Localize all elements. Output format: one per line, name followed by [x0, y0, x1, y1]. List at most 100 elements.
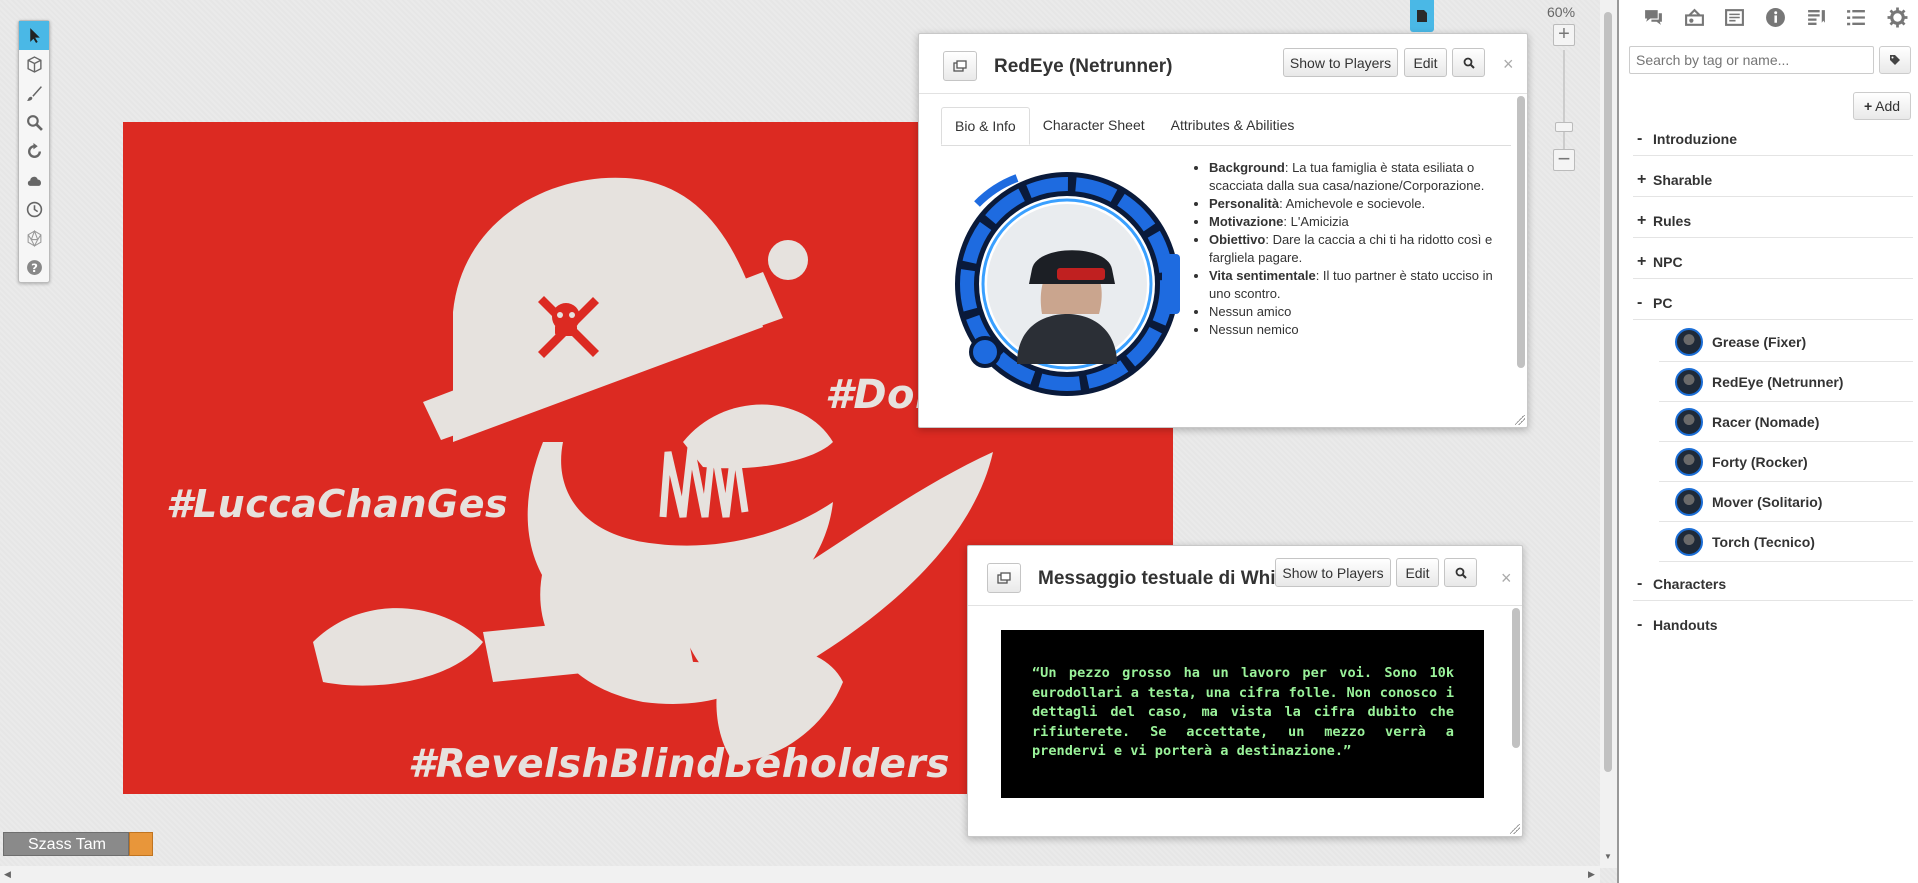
zoom-in-button[interactable]: +	[1553, 24, 1575, 46]
sidebar-tab-jukebox[interactable]	[1674, 2, 1715, 32]
dialog-title: Messaggio testuale di White	[1038, 568, 1284, 589]
journal-item-torch[interactable]: Torch (Tecnico)	[1659, 522, 1913, 562]
info-icon	[1766, 7, 1785, 27]
help-tool[interactable]: ?	[19, 253, 49, 282]
tab-attributes-abilities[interactable]: Attributes & Abilities	[1158, 107, 1308, 145]
brush-icon	[26, 86, 42, 101]
sidebar-tab-chat[interactable]	[1633, 2, 1674, 32]
tab-bio-info[interactable]: Bio & Info	[941, 107, 1030, 145]
show-to-players-button[interactable]: Show to Players	[1275, 558, 1391, 587]
folder-sharable[interactable]: + Sharable	[1633, 163, 1913, 197]
journal-sidebar: + Add -Introduzione +Sharable +Rules +NP…	[1617, 0, 1918, 883]
zoom-slider-handle[interactable]	[1555, 122, 1573, 132]
scroll-left-arrow[interactable]: ◀	[4, 869, 11, 880]
character-avatar	[955, 172, 1180, 396]
dialog-header[interactable]: Messaggio testuale di White Show to Play…	[968, 546, 1522, 606]
tag-icon	[1890, 55, 1900, 65]
popout-icon	[997, 572, 1011, 584]
avatar	[1675, 327, 1703, 356]
dialog-scrollbar[interactable]	[1512, 608, 1520, 748]
dialog-scrollbar[interactable]	[1517, 96, 1525, 368]
compendium-icon	[1807, 9, 1825, 25]
plus-icon: +	[1863, 98, 1873, 114]
edit-button[interactable]: Edit	[1404, 48, 1447, 77]
folder-characters[interactable]: - Characters	[1633, 567, 1913, 601]
folder-handouts[interactable]: - Handouts	[1633, 608, 1913, 642]
bio-background: Background: La tua famiglia è stata esil…	[1209, 159, 1493, 195]
player-indicator[interactable]: Szass Tam	[3, 832, 153, 856]
dialog-title: RedEye (Netrunner)	[994, 56, 1173, 77]
sidebar-tab-collection[interactable]	[1837, 2, 1878, 32]
game-canvas[interactable]: #LuccaChanGes #Don #RevelshBlindBeholder…	[0, 0, 1617, 883]
zoom-tool[interactable]	[19, 108, 49, 137]
sidebar-tab-info[interactable]	[1755, 2, 1796, 32]
resize-handle[interactable]	[1510, 824, 1520, 834]
help-icon: ?	[26, 260, 42, 275]
jukebox-icon	[1684, 8, 1704, 26]
bio-personality: Personalità: Amichevole e socievole.	[1209, 195, 1493, 213]
folder-introduzione[interactable]: - Introduzione	[1633, 122, 1913, 156]
avatar	[1675, 487, 1703, 516]
dialog-header[interactable]: RedEye (Netrunner) Show to Players Edit …	[919, 34, 1527, 94]
search-icon	[1455, 567, 1467, 579]
add-button[interactable]: + Add	[1853, 92, 1911, 120]
journal-item-mover[interactable]: Mover (Solitario)	[1659, 482, 1913, 522]
journal-item-redeye[interactable]: RedEye (Netrunner)	[1659, 362, 1913, 402]
scroll-right-arrow[interactable]: ▶	[1588, 869, 1595, 880]
resize-handle[interactable]	[1515, 415, 1525, 425]
popout-icon	[953, 60, 967, 72]
measure-tool[interactable]	[19, 137, 49, 166]
vertical-scrollbar[interactable]: ▼	[1600, 0, 1617, 868]
sidebar-tab-settings[interactable]	[1877, 2, 1918, 32]
journal-item-forty[interactable]: Forty (Rocker)	[1659, 442, 1913, 482]
tab-character-sheet[interactable]: Character Sheet	[1030, 107, 1158, 145]
tool-palette: ?	[18, 20, 50, 283]
folder-rules[interactable]: + Rules	[1633, 204, 1913, 238]
search-button[interactable]	[1452, 48, 1485, 77]
list-icon	[1847, 9, 1866, 25]
page-toolbar-toggle[interactable]	[1410, 0, 1434, 32]
cloud-icon	[27, 176, 41, 186]
scroll-down-arrow[interactable]: ▼	[1604, 852, 1612, 861]
dice-tool[interactable]	[19, 224, 49, 253]
bio-love-life: Vita sentimentale: Il tuo partner è stat…	[1209, 267, 1493, 303]
popout-button[interactable]	[987, 563, 1021, 593]
horizontal-scrollbar[interactable]: ◀ ▶	[0, 866, 1600, 883]
close-icon[interactable]: ×	[1501, 568, 1512, 589]
player-color-swatch[interactable]	[129, 832, 153, 856]
sidebar-tab-journal[interactable]	[1714, 2, 1755, 32]
show-to-players-button[interactable]: Show to Players	[1283, 48, 1398, 77]
refresh-icon	[27, 143, 41, 158]
journal-item-grease[interactable]: Grease (Fixer)	[1659, 322, 1913, 362]
draw-tool[interactable]	[19, 79, 49, 108]
sidebar-tab-compendium[interactable]	[1796, 2, 1837, 32]
search-icon	[1463, 57, 1475, 69]
filter-tags-button[interactable]	[1879, 46, 1911, 74]
bio-goal: Obiettivo: Dare la caccia a chi ti ha ri…	[1209, 231, 1493, 267]
fog-tool[interactable]	[19, 166, 49, 195]
zoom-out-button[interactable]: −	[1553, 148, 1575, 171]
zoom-level: 60%	[1547, 4, 1576, 20]
journal-item-racer[interactable]: Racer (Nomade)	[1659, 402, 1913, 442]
bio-friends: Nessun amico	[1209, 303, 1493, 321]
handout-dialog[interactable]: Messaggio testuale di White Show to Play…	[967, 545, 1523, 837]
search-button[interactable]	[1444, 558, 1477, 587]
journal-icon	[1725, 8, 1745, 26]
popout-button[interactable]	[943, 51, 977, 81]
chat-icon	[1644, 9, 1662, 25]
turn-tracker-tool[interactable]	[19, 195, 49, 224]
clock-icon	[26, 201, 42, 218]
journal-search-input[interactable]	[1629, 46, 1874, 74]
vertical-scroll-thumb[interactable]	[1604, 12, 1612, 772]
document-icon	[1417, 10, 1427, 22]
character-dialog[interactable]: RedEye (Netrunner) Show to Players Edit …	[918, 33, 1528, 428]
select-tool[interactable]	[19, 21, 49, 50]
folder-pc[interactable]: - PC	[1633, 286, 1913, 320]
avatar	[1675, 447, 1703, 476]
edit-button[interactable]: Edit	[1396, 558, 1439, 587]
close-icon[interactable]: ×	[1503, 54, 1514, 75]
folder-npc[interactable]: + NPC	[1633, 245, 1913, 279]
avatar	[1675, 367, 1703, 396]
layers-tool[interactable]	[19, 50, 49, 79]
zoom-slider-track[interactable]	[1563, 50, 1565, 155]
